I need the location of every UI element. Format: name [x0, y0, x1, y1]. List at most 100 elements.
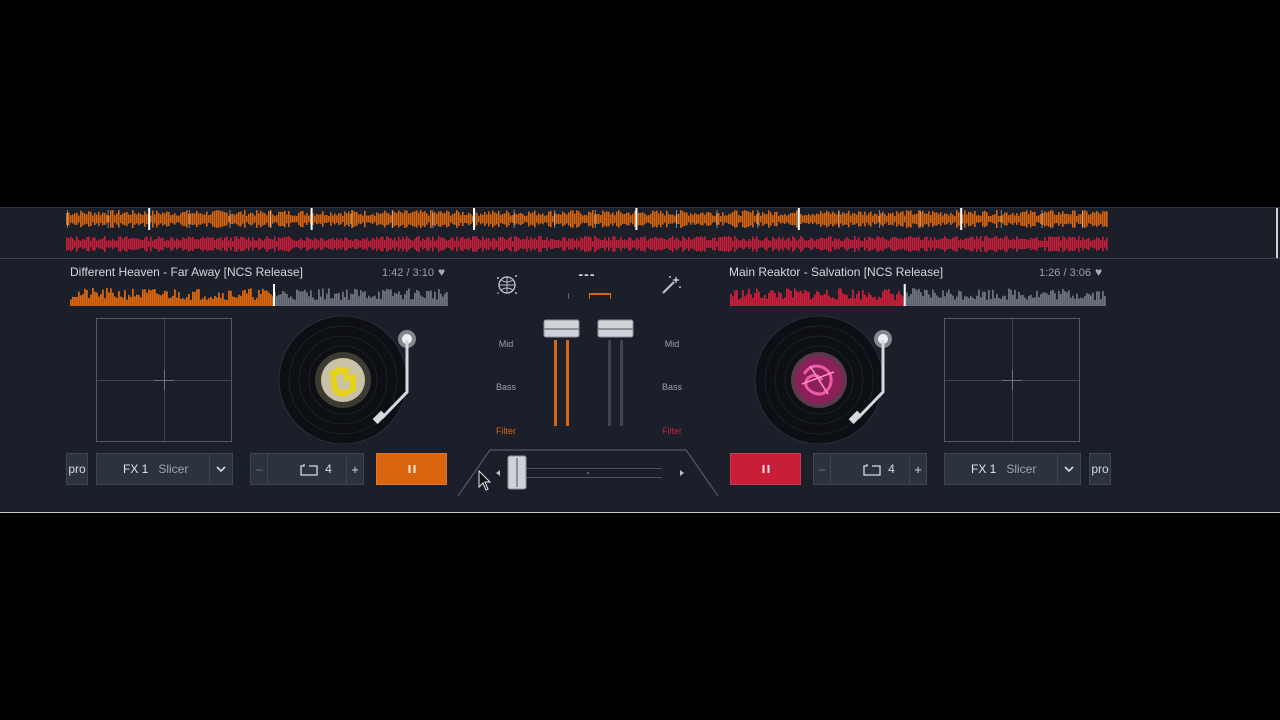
- waveform-bar: [970, 212, 972, 226]
- waveform-bar: [420, 240, 422, 248]
- mini-waveform-bar: [1058, 290, 1060, 306]
- loop-increase-button[interactable]: +: [346, 454, 363, 484]
- waveform-bar: [694, 237, 696, 251]
- waveform-bar: [406, 210, 408, 228]
- deck-a-eq-bass-label: Bass: [495, 382, 516, 392]
- deck-a-xy-pad[interactable]: [96, 318, 232, 442]
- waveform-bar: [384, 240, 386, 248]
- waveform-bar: [892, 237, 894, 251]
- waveform-bar: [988, 238, 990, 250]
- deck-b-pro-button[interactable]: pro: [1089, 453, 1111, 485]
- deck-a-mini-waveform[interactable]: [70, 284, 448, 306]
- mini-waveform-bar: [876, 299, 878, 306]
- loop-increase-button[interactable]: +: [909, 454, 926, 484]
- waveform-bar: [502, 213, 504, 225]
- waveform-bar: [326, 215, 328, 223]
- mini-waveform-bar: [774, 292, 776, 306]
- deck-b-xy-pad[interactable]: [944, 318, 1080, 442]
- fx-effect-name: Slicer: [158, 462, 189, 476]
- loop-decrease-button[interactable]: –: [814, 454, 831, 484]
- waveform-bar: [372, 214, 374, 224]
- chevron-down-icon[interactable]: [209, 454, 232, 484]
- waveform-bar: [992, 214, 994, 224]
- waveform-bar: [1072, 210, 1074, 228]
- mini-waveform-bar: [216, 297, 218, 306]
- waveform-bar: [618, 210, 620, 228]
- waveform-bar: [954, 237, 956, 251]
- waveform-bar: [98, 239, 100, 249]
- mini-waveform-bar: [1038, 297, 1040, 306]
- mini-waveform-bar: [1094, 299, 1096, 306]
- mini-waveform-bar: [364, 291, 366, 306]
- heart-icon[interactable]: ♥: [438, 265, 445, 279]
- waveform-bar: [948, 239, 950, 249]
- waveform-bar: [932, 211, 934, 227]
- channel-volume-faders[interactable]: [540, 316, 640, 428]
- waveform-bar: [700, 236, 702, 252]
- mini-waveform-bar: [308, 296, 310, 306]
- waveform-bar: [550, 238, 552, 250]
- waveform-bar: [314, 238, 316, 250]
- deck-b-turntable[interactable]: [754, 314, 894, 444]
- waveform-bar: [520, 239, 522, 249]
- waveform-bar: [948, 215, 950, 223]
- deck-a-turntable[interactable]: [278, 314, 418, 444]
- deck-a-overview-waveform: [66, 210, 1108, 228]
- deck-b-mini-waveform[interactable]: [730, 284, 1106, 306]
- waveform-bar: [648, 239, 650, 249]
- waveform-bar: [686, 212, 688, 226]
- loop-decrease-button[interactable]: –: [251, 454, 268, 484]
- deck-b-play-pause-button[interactable]: [730, 453, 801, 485]
- mini-waveform-bar: [1064, 291, 1066, 306]
- mini-waveform-bar: [964, 296, 966, 306]
- deck-a-fx-selector[interactable]: FX 1 Slicer: [96, 453, 233, 485]
- deck-b-eq-mid-label: Mid: [664, 339, 680, 349]
- waveform-bar: [930, 214, 932, 224]
- waveform-bar: [1062, 236, 1064, 252]
- disco-ball-icon[interactable]: [496, 274, 518, 296]
- mini-waveform-bar: [948, 289, 950, 306]
- waveform-bar: [692, 215, 694, 223]
- mini-waveform-bar: [266, 290, 268, 306]
- waveform-bar: [1034, 211, 1036, 227]
- waveform-bar: [682, 236, 684, 252]
- waveform-bar: [660, 210, 662, 228]
- heart-icon[interactable]: ♥: [1095, 265, 1102, 279]
- deck-a-play-pause-button[interactable]: [376, 453, 447, 485]
- waveform-bar: [176, 215, 178, 223]
- waveform-bar: [208, 215, 210, 223]
- waveform-bar: [638, 212, 640, 226]
- chevron-down-icon[interactable]: [1057, 454, 1080, 484]
- track-overview-waveforms[interactable]: [66, 208, 1108, 256]
- waveform-bar: [216, 238, 218, 250]
- waveform-bar: [322, 238, 324, 250]
- waveform-bar: [1072, 236, 1074, 252]
- bpm-display: ---: [578, 266, 596, 282]
- waveform-bar: [762, 212, 764, 226]
- waveform-bar: [584, 214, 586, 224]
- waveform-bar: [890, 213, 892, 225]
- waveform-bar: [536, 239, 538, 249]
- waveform-bar: [918, 210, 920, 228]
- waveform-bar: [332, 215, 334, 223]
- waveform-bar: [844, 238, 846, 250]
- waveform-bar: [1054, 237, 1056, 251]
- waveform-bar: [870, 211, 872, 227]
- waveform-bar: [548, 240, 550, 248]
- waveform-bar: [910, 210, 912, 228]
- waveform-bar: [790, 240, 792, 248]
- waveform-bar: [624, 213, 626, 225]
- waveform-bar: [1014, 215, 1016, 223]
- deck-a-pro-button[interactable]: pro: [66, 453, 88, 485]
- mini-waveform-bar: [280, 294, 282, 306]
- waveform-bar: [584, 236, 586, 252]
- mini-waveform-bar: [444, 293, 446, 306]
- waveform-bar: [754, 238, 756, 250]
- mini-waveform-bar: [1002, 296, 1004, 306]
- magic-wand-icon[interactable]: [660, 274, 682, 296]
- waveform-bar: [666, 210, 668, 228]
- mini-waveform-bar: [804, 290, 806, 306]
- mini-waveform-bar: [810, 299, 812, 306]
- waveform-bar: [730, 237, 732, 251]
- deck-b-fx-selector[interactable]: FX 1 Slicer: [944, 453, 1081, 485]
